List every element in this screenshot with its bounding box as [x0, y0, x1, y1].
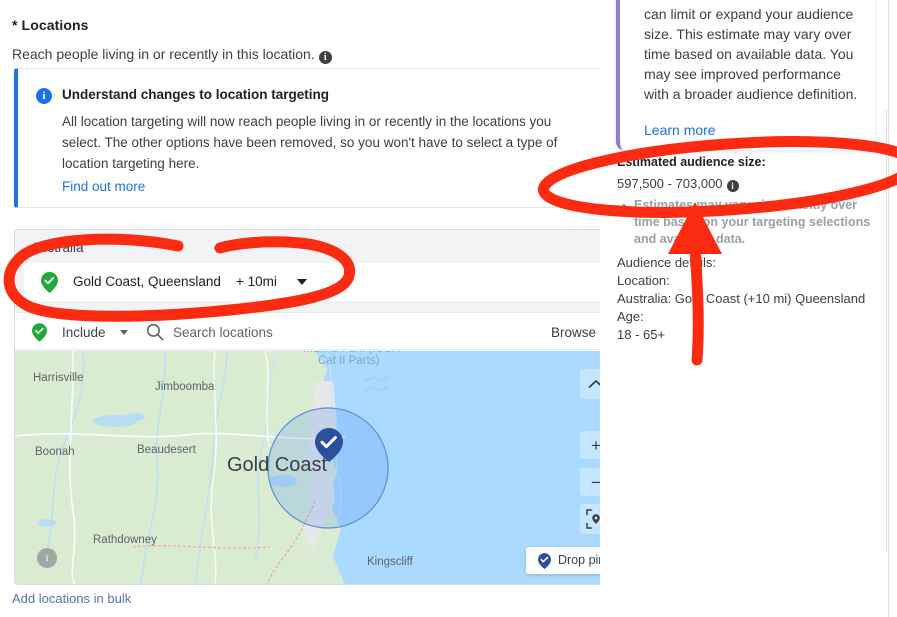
search-icon — [146, 323, 164, 346]
locations-section: * Locations Reach people living in or re… — [0, 0, 620, 617]
location-targeting-notice: i Understand changes to location targeti… — [14, 68, 612, 208]
find-out-more-link[interactable]: Find out more — [62, 179, 145, 194]
browse-button[interactable]: Browse — [551, 325, 596, 340]
add-locations-in-bulk-link[interactable]: Add locations in bulk — [12, 591, 131, 606]
reach-description-text: Reach people living in or recently in th… — [12, 46, 315, 62]
info-icon[interactable]: i — [318, 51, 332, 64]
audience-details: Audience details: Location: Australia: G… — [617, 254, 877, 344]
chevron-down-icon[interactable] — [297, 279, 307, 285]
map-label: Jimboomba — [155, 381, 215, 393]
audience-tooltip-card: can limit or expand your audience size. … — [616, 0, 875, 150]
map-label: Boonah — [35, 446, 75, 458]
audience-details-heading: Audience details: — [617, 255, 717, 270]
screenshot-root: * Locations Reach people living in or re… — [0, 0, 897, 617]
map-label: Harrisville — [33, 372, 84, 384]
audience-details-line: 18 - 65+ — [617, 327, 666, 342]
search-input[interactable]: Search locations — [173, 325, 273, 340]
learn-more-link[interactable]: Learn more — [644, 122, 716, 138]
chevron-down-icon[interactable] — [120, 330, 128, 335]
audience-details-line: Age: — [617, 309, 644, 324]
map-city-label: Gold Coast — [227, 454, 328, 476]
map-label: Rathdowney — [93, 534, 157, 546]
location-chip-name: Gold Coast, Queensland — [73, 274, 221, 289]
notice-title: Understand changes to location targeting — [62, 87, 330, 102]
map-label: Kingscliff — [367, 556, 413, 568]
audience-details-line: Australia: Gold Coast (+10 mi) Queenslan… — [617, 291, 866, 306]
audience-tooltip-body: can limit or expand your audience size. … — [644, 6, 858, 102]
reach-description: Reach people living in or recently in th… — [12, 46, 332, 64]
green-check-pin-icon — [41, 272, 58, 298]
page-title: * Locations — [12, 17, 89, 33]
selected-location-chip[interactable]: Gold Coast, Queensland + 10mi — [24, 263, 604, 301]
map-sea-label: Cat II Parts) — [318, 355, 380, 367]
estimate-disclaimer: Estimates may vary significantly over ti… — [634, 198, 871, 246]
audience-estimate-panel: can limit or expand your audience size. … — [600, 0, 897, 617]
drop-pin-label: Drop pin — [558, 553, 606, 567]
estimate-range-text: 597,500 - 703,000 — [617, 176, 723, 191]
map-label: Beaudesert — [137, 444, 196, 456]
panel-divider — [888, 0, 889, 617]
info-icon[interactable]: i — [726, 180, 739, 192]
location-picker-panel: Australia Gold Coast, Queensland + 10mi — [14, 229, 612, 585]
estimated-audience-size-label: Estimated audience size: — [617, 155, 766, 169]
map-attribution-info-icon[interactable]: i — [37, 548, 57, 568]
location-map[interactable]: Marine Park (IUCN Cat II Parts) Harrisvi… — [15, 351, 611, 584]
country-group-label: Australia — [31, 240, 84, 255]
estimated-audience-size-value: 597,500 - 703,000 i — [617, 176, 739, 192]
blue-check-pin-icon — [315, 428, 343, 467]
notice-body: All location targeting will now reach pe… — [62, 114, 558, 171]
bullet-marker — [622, 204, 626, 208]
location-search-row: Include Search locations Browse — [15, 312, 611, 350]
info-icon: i — [36, 88, 52, 104]
include-dropdown-label[interactable]: Include — [62, 325, 106, 340]
green-check-pin-icon — [32, 323, 47, 347]
location-chip-radius[interactable]: + 10mi — [236, 274, 277, 289]
panel-scroll-track[interactable] — [886, 110, 887, 550]
audience-details-line: Location: — [617, 273, 670, 288]
blue-check-pin-icon — [538, 553, 551, 574]
